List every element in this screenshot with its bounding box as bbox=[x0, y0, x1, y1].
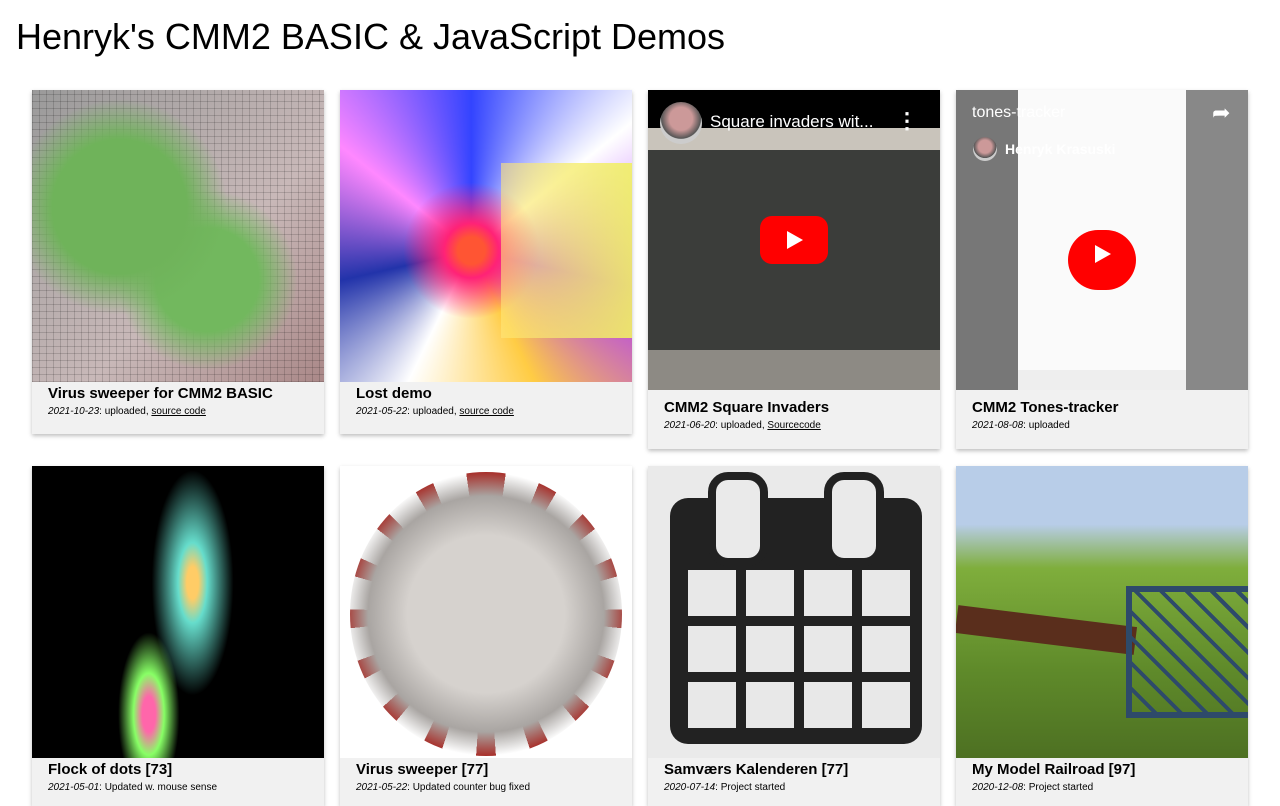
card-note: : Project started bbox=[715, 782, 786, 793]
card-title: My Model Railroad [97] bbox=[972, 761, 1136, 778]
card-note: : Updated counter bug fixed bbox=[407, 782, 531, 793]
source-code-link[interactable]: Sourcecode bbox=[767, 420, 820, 431]
source-code-link[interactable]: source code bbox=[151, 406, 205, 417]
thumbnail-image[interactable] bbox=[340, 90, 632, 382]
thumbnail-image[interactable] bbox=[956, 466, 1248, 758]
page-title: Henryk's CMM2 BASIC & JavaScript Demos bbox=[16, 16, 726, 57]
card-date: 2021-05-22 bbox=[356, 406, 408, 417]
card-meta: 2021-10-23: uploaded, source code bbox=[48, 405, 308, 419]
card-meta: 2021-06-20: uploaded, Sourcecode bbox=[664, 419, 924, 433]
thumbnail-image[interactable] bbox=[32, 90, 324, 382]
card-date: 2021-06-20 bbox=[664, 420, 716, 431]
demo-card-model-railroad[interactable]: My Model Railroad [97] 2020-12-08: Proje… bbox=[956, 466, 1248, 806]
card-meta: 2021-05-22: uploaded, source code bbox=[356, 405, 616, 419]
card-meta: 2021-08-08: uploaded bbox=[972, 419, 1232, 433]
share-icon[interactable]: ➦ bbox=[1212, 100, 1230, 126]
card-title: CMM2 Tones-tracker bbox=[972, 399, 1119, 416]
card-date: 2021-05-22 bbox=[356, 782, 408, 793]
card-meta: 2020-12-08: Project started bbox=[972, 781, 1232, 795]
card-date: 2020-07-14 bbox=[664, 782, 716, 793]
demo-card-lost-demo[interactable]: Lost demo 2021-05-22: uploaded, source c… bbox=[340, 90, 632, 434]
thumbnail-image[interactable] bbox=[648, 466, 940, 758]
youtube-embed[interactable]: tones-tracker Henryk Krasuski ➦ bbox=[956, 90, 1248, 390]
demo-card-tones-tracker[interactable]: tones-tracker Henryk Krasuski ➦ CMM2 Ton… bbox=[956, 90, 1248, 449]
card-title: Virus sweeper [77] bbox=[356, 761, 489, 778]
video-title[interactable]: Square invaders wit... bbox=[710, 112, 873, 132]
card-title: Flock of dots [73] bbox=[48, 761, 173, 778]
card-title: Samværs Kalenderen [77] bbox=[664, 761, 849, 778]
play-button-icon[interactable] bbox=[760, 216, 828, 264]
demo-card-flock-of-dots[interactable]: Flock of dots [73] 2021-05-01: Updated w… bbox=[32, 466, 324, 806]
virus-image bbox=[350, 472, 622, 756]
card-date: 2021-05-01 bbox=[48, 782, 100, 793]
card-meta: 2021-05-01: Updated w. mouse sense bbox=[48, 781, 308, 795]
demo-card-square-invaders[interactable]: Square invaders wit... ⋮ CMM2 Square Inv… bbox=[648, 90, 940, 449]
card-note: : uploaded, bbox=[99, 406, 152, 417]
card-note: : Updated w. mouse sense bbox=[99, 782, 218, 793]
youtube-embed[interactable]: Square invaders wit... ⋮ bbox=[648, 90, 940, 390]
channel-avatar[interactable] bbox=[660, 102, 702, 144]
thumbnail-image[interactable] bbox=[340, 466, 632, 758]
channel-name[interactable]: Henryk Krasuski bbox=[1005, 141, 1116, 157]
calendar-icon bbox=[670, 472, 922, 744]
card-meta: 2021-05-22: Updated counter bug fixed bbox=[356, 781, 616, 795]
card-note: : uploaded, bbox=[715, 420, 768, 431]
channel-avatar[interactable] bbox=[973, 137, 997, 161]
play-button-icon[interactable] bbox=[1068, 230, 1136, 290]
thumbnail-image[interactable] bbox=[32, 466, 324, 758]
card-meta: 2020-07-14: Project started bbox=[664, 781, 924, 795]
card-date: 2021-08-08 bbox=[972, 420, 1024, 431]
source-code-link[interactable]: source code bbox=[459, 406, 513, 417]
card-date: 2020-12-08 bbox=[972, 782, 1024, 793]
bridge-image bbox=[1126, 586, 1248, 718]
card-title: CMM2 Square Invaders bbox=[664, 399, 830, 416]
card-date: 2021-10-23 bbox=[48, 406, 100, 417]
train-image bbox=[956, 605, 1138, 655]
demo-card-virus-sweeper[interactable]: Virus sweeper [77] 2021-05-22: Updated c… bbox=[340, 466, 632, 806]
video-title[interactable]: tones-tracker bbox=[972, 104, 1065, 122]
demo-card-samvaers-kalenderen[interactable]: Samværs Kalenderen [77] 2020-07-14: Proj… bbox=[648, 466, 940, 806]
card-title: Lost demo bbox=[356, 385, 432, 402]
more-options-icon[interactable]: ⋮ bbox=[896, 108, 918, 134]
demo-card-virus-sweeper-cmm2[interactable]: Virus sweeper for CMM2 BASIC 2021-10-23:… bbox=[32, 90, 324, 434]
card-note: : uploaded, bbox=[407, 406, 460, 417]
card-note: : Project started bbox=[1023, 782, 1094, 793]
card-note: : uploaded bbox=[1023, 420, 1070, 431]
card-title: Virus sweeper for CMM2 BASIC bbox=[48, 385, 273, 402]
